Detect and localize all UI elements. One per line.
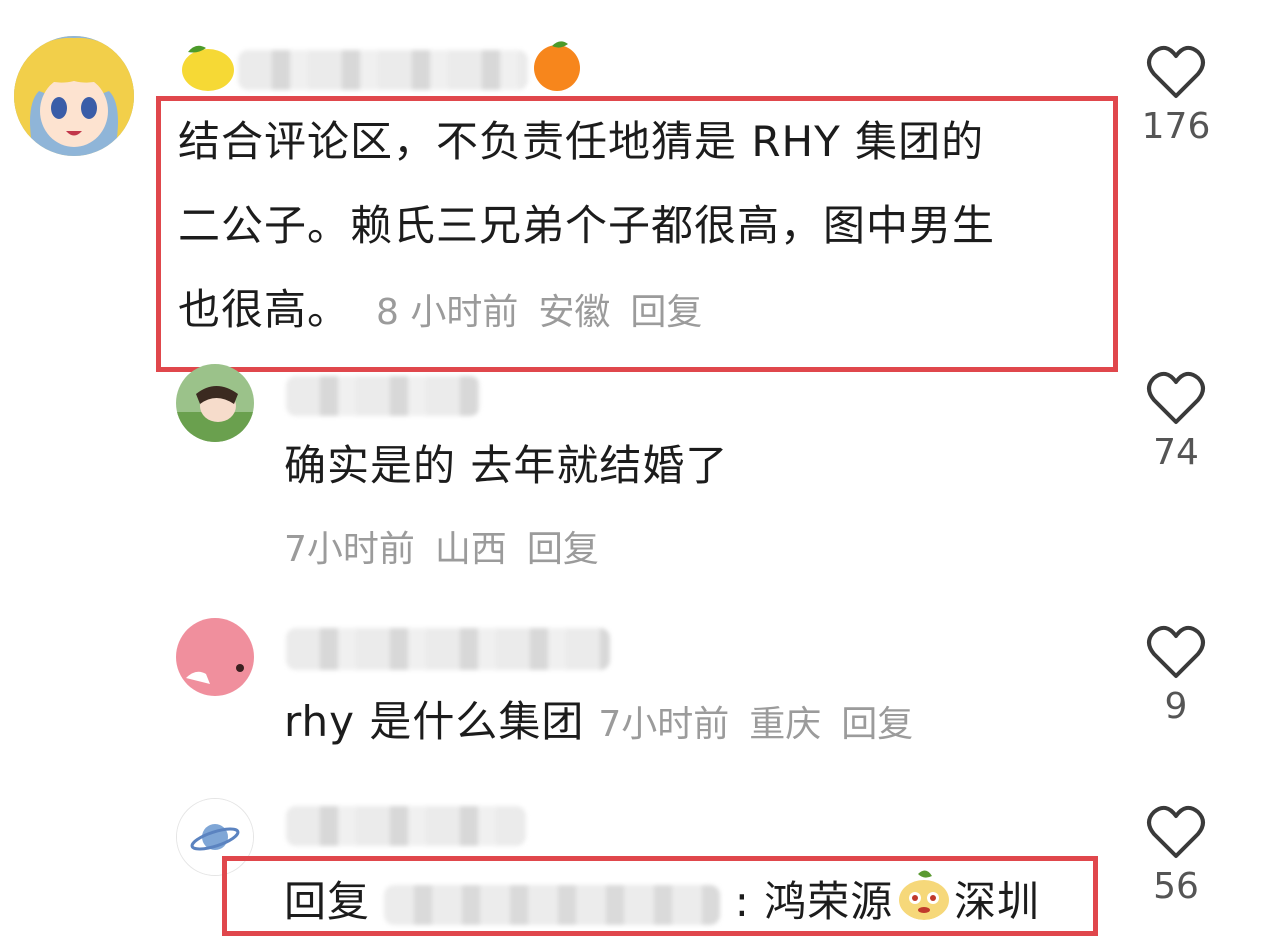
username-blurred[interactable] [286, 806, 526, 846]
like-button[interactable]: 9 [1116, 624, 1236, 727]
comment-meta: 7小时前 山西 回复 [284, 520, 599, 572]
username-blurred[interactable] [286, 376, 480, 416]
orange-emoji [534, 41, 580, 91]
avatar[interactable] [14, 36, 134, 156]
like-button[interactable]: 176 [1116, 44, 1236, 147]
comment-time: 7小时前 [598, 704, 730, 745]
highlight-box [222, 856, 1098, 936]
like-count: 176 [1141, 106, 1211, 147]
like-button[interactable]: 56 [1116, 804, 1236, 907]
username-blurred[interactable] [286, 628, 610, 670]
lemon-emoji [182, 45, 234, 91]
avatar[interactable] [176, 618, 254, 696]
comment-text: 确实是的 去年就结婚了 [284, 441, 729, 490]
comment-time: 7小时前 [284, 529, 415, 570]
heart-icon [1147, 625, 1205, 678]
comment-location: 山西 [434, 529, 507, 570]
avatar[interactable] [176, 364, 254, 442]
highlight-box [156, 96, 1118, 372]
username-blurred[interactable] [238, 50, 528, 90]
like-count: 9 [1164, 686, 1188, 727]
heart-icon [1147, 805, 1205, 858]
like-count: 56 [1153, 866, 1199, 907]
reply-button[interactable]: 回复 [527, 529, 599, 570]
reply-button[interactable]: 回复 [841, 704, 913, 745]
comment-location: 重庆 [749, 704, 822, 745]
heart-icon [1147, 371, 1205, 424]
comment-text: rhy 是什么集团 7小时前 重庆 回复 [284, 697, 914, 746]
like-button[interactable]: 74 [1116, 370, 1236, 473]
heart-icon [1147, 45, 1205, 98]
like-count: 74 [1153, 432, 1199, 473]
